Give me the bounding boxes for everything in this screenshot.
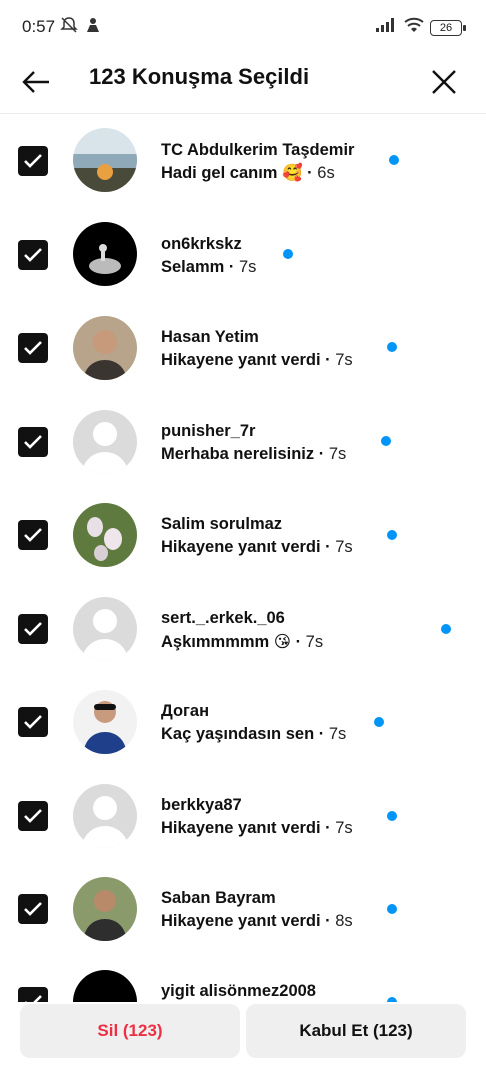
- check-icon: [24, 528, 42, 542]
- avatar[interactable]: [73, 222, 137, 286]
- accept-button[interactable]: Kabul Et (123): [246, 1004, 466, 1058]
- check-icon: [25, 995, 42, 1002]
- unread-indicator: [389, 155, 399, 165]
- checkbox-checked[interactable]: [18, 987, 48, 1002]
- conversation-username: Salim sorulmaz: [161, 515, 283, 533]
- check-icon: [24, 341, 42, 355]
- conversation-username: Saban Bayram: [161, 889, 276, 907]
- conversation-preview: Hadi gel canım 🥰 · 6s: [161, 164, 335, 182]
- avatar-placeholder[interactable]: [73, 410, 137, 474]
- page-title: 123 Konuşma Seçildi: [89, 64, 310, 89]
- conversation-username: Доган: [161, 702, 210, 720]
- checkbox-checked[interactable]: [18, 801, 48, 831]
- checkbox-checked[interactable]: [18, 614, 48, 644]
- muted-bell-icon: [60, 16, 78, 39]
- check-icon: [24, 435, 42, 449]
- list-item[interactable]: Hasan Yetim Hikayene yanıt verdi · 7s: [0, 302, 486, 396]
- conversation-list: TC Abdulkerim Taşdemir Hadi gel canım 🥰 …: [0, 114, 486, 1002]
- checkbox-checked[interactable]: [18, 146, 48, 176]
- list-item[interactable]: Salim sorulmaz Hikayene yanıt verdi · 7s: [0, 490, 486, 584]
- status-bar: 0:57 26: [0, 0, 486, 54]
- conversation-preview: Kaç yaşındasın sen · 7s: [161, 725, 347, 743]
- conversation-preview: Merhaba nerelisiniz · 7s: [161, 445, 347, 463]
- check-icon: [24, 154, 42, 168]
- check-icon: [24, 809, 42, 823]
- list-item[interactable]: Saban Bayram Hikayene yanıt verdi · 8s: [0, 866, 486, 960]
- checkbox-checked[interactable]: [18, 520, 48, 550]
- conversation-preview: Hikayene yanıt verdi · 8s: [161, 912, 353, 930]
- close-button[interactable]: [426, 64, 462, 100]
- avatar[interactable]: [73, 316, 137, 380]
- conversation-username: on6krkskz: [161, 235, 242, 253]
- conversation-preview: Aşkımmmmm 😘 · 7s: [161, 633, 324, 651]
- avatar[interactable]: [73, 690, 137, 754]
- list-item[interactable]: berkkya87 Hikayene yanıt verdi · 7s: [0, 772, 486, 866]
- conversation-preview: Hikayene yanıt verdi · 7s: [161, 538, 353, 556]
- avatar[interactable]: [73, 128, 137, 192]
- checkbox-checked[interactable]: [18, 240, 48, 270]
- list-item[interactable]: on6krkskz Selamm · 7s: [0, 208, 486, 302]
- avatar[interactable]: [73, 970, 137, 1002]
- incognito-icon: [84, 16, 102, 39]
- delete-button[interactable]: Sil (123): [20, 1004, 240, 1058]
- list-item[interactable]: Доган Kaç yaşındasın sen · 7s: [0, 678, 486, 772]
- signal-icon: [376, 18, 398, 37]
- avatar[interactable]: [73, 503, 137, 567]
- check-icon: [24, 902, 42, 916]
- battery-icon: 26: [430, 19, 466, 36]
- conversation-username: berkkya87: [161, 796, 242, 814]
- check-icon: [24, 715, 42, 729]
- selection-header: 123 Konuşma Seçildi: [0, 54, 486, 114]
- avatar-placeholder[interactable]: [73, 597, 137, 661]
- unread-indicator: [283, 249, 293, 259]
- conversation-username: Hasan Yetim: [161, 328, 259, 346]
- unread-indicator: [387, 904, 397, 914]
- conversation-preview: Hikayene yanıt verdi · 7s: [161, 351, 353, 369]
- checkbox-checked[interactable]: [18, 707, 48, 737]
- conversation-username: punisher_7r: [161, 422, 256, 440]
- wifi-icon: [404, 17, 424, 38]
- unread-indicator: [441, 624, 451, 634]
- list-item[interactable]: yigit alisönmez2008: [0, 960, 486, 1002]
- unread-indicator: [374, 717, 384, 727]
- avatar[interactable]: [73, 877, 137, 941]
- unread-indicator: [381, 436, 391, 446]
- conversation-username: TC Abdulkerim Taşdemir: [161, 141, 355, 159]
- action-footer: Sil (123) Kabul Et (123): [0, 1002, 486, 1080]
- close-icon: [432, 70, 456, 94]
- check-icon: [24, 248, 42, 262]
- check-icon: [24, 622, 42, 636]
- list-item[interactable]: punisher_7r Merhaba nerelisiniz · 7s: [0, 396, 486, 490]
- checkbox-checked[interactable]: [18, 894, 48, 924]
- avatar-placeholder[interactable]: [73, 784, 137, 848]
- arrow-left-icon: [22, 71, 49, 93]
- checkbox-checked[interactable]: [18, 333, 48, 363]
- conversation-username: yigit alisönmez2008: [161, 982, 316, 1000]
- conversation-username: sert._.erkek._06: [161, 609, 285, 627]
- conversation-preview: Hikayene yanıt verdi · 7s: [161, 819, 353, 837]
- unread-indicator: [387, 530, 397, 540]
- back-button[interactable]: [18, 64, 54, 100]
- status-time: 0:57: [22, 17, 56, 36]
- list-item[interactable]: TC Abdulkerim Taşdemir Hadi gel canım 🥰 …: [0, 114, 486, 208]
- list-item[interactable]: sert._.erkek._06 Aşkımmmmm 😘 · 7s: [0, 584, 486, 678]
- unread-indicator: [387, 811, 397, 821]
- checkbox-checked[interactable]: [18, 427, 48, 457]
- unread-indicator: [387, 342, 397, 352]
- conversation-preview: Selamm · 7s: [161, 258, 257, 276]
